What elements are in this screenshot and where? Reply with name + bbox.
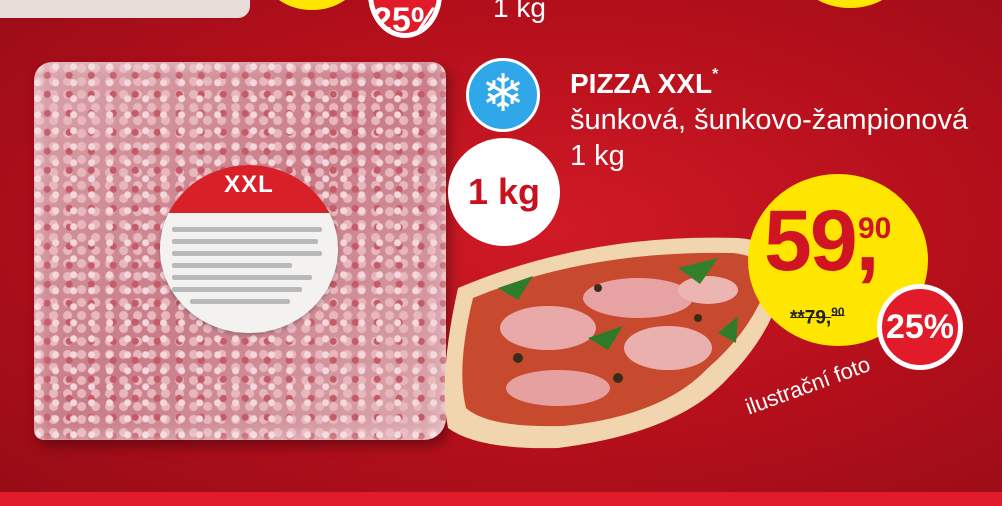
label-text-line <box>172 227 322 232</box>
label-text-line <box>172 239 318 244</box>
package-label-text: XXL <box>224 171 274 198</box>
previous-product-card <box>0 0 250 18</box>
snowflake-icon: ❄ <box>466 58 540 132</box>
product-weight: 1 kg <box>570 140 625 172</box>
label-text-line <box>172 287 302 292</box>
label-text-line <box>190 299 290 304</box>
old-price: **79,90 <box>790 305 845 329</box>
label-text-line <box>172 263 292 268</box>
discount-badge: 25% <box>877 284 963 370</box>
product-variants: šunková, šunkovo-žampionová <box>570 104 969 136</box>
previous-weight: 1 kg <box>493 0 546 23</box>
price-decimals: 90 <box>858 212 892 245</box>
package-label: XXL <box>160 165 338 333</box>
bottom-strip <box>0 492 1002 506</box>
label-text-line <box>172 251 322 256</box>
label-text-line <box>172 275 312 280</box>
product-title: PIZZA XXL* <box>570 66 719 99</box>
